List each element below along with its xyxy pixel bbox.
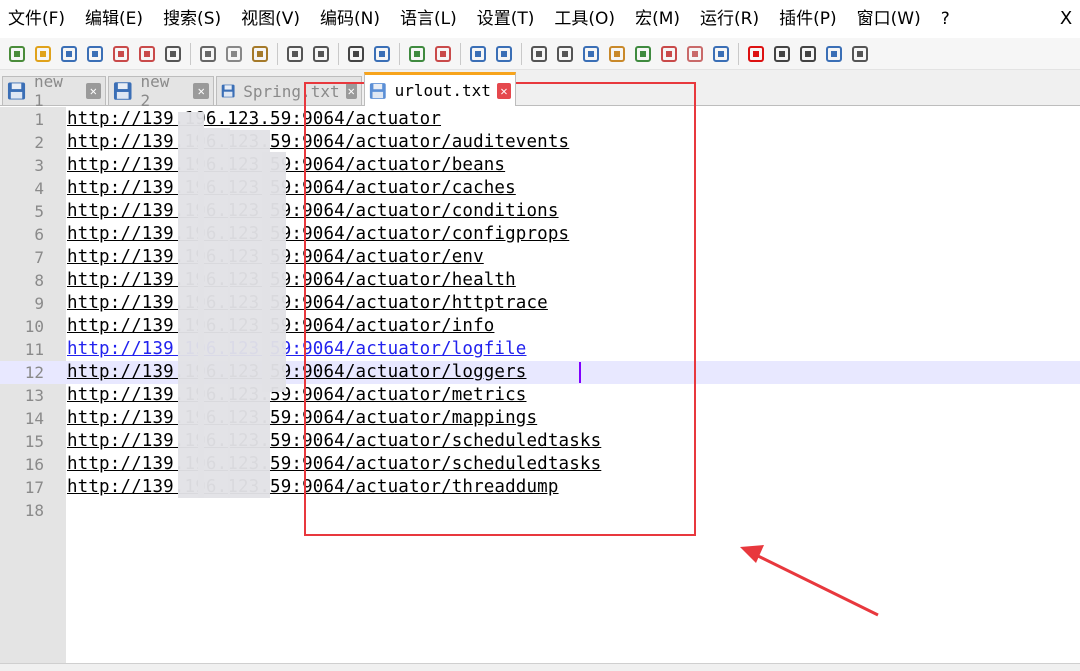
function-list-icon[interactable]: [658, 43, 680, 65]
open-file-icon[interactable]: [32, 43, 54, 65]
find-icon[interactable]: [345, 43, 367, 65]
play-macro-icon[interactable]: [797, 43, 819, 65]
line-number: 5: [34, 202, 44, 221]
tab-label: new 1: [34, 72, 63, 110]
floppy-disk-icon: [221, 84, 235, 98]
menu-item-1[interactable]: 编辑(E): [75, 4, 153, 34]
line-number: 7: [34, 248, 44, 267]
sync-vertical-icon[interactable]: [467, 43, 489, 65]
redaction-blur: [198, 128, 230, 498]
menu-item-0[interactable]: 文件(F): [0, 4, 75, 34]
close-tab-icon[interactable]: ✕: [496, 82, 511, 99]
show-all-chars-icon[interactable]: [554, 43, 576, 65]
floppy-disk-icon: [369, 82, 386, 99]
save-icon[interactable]: [58, 43, 80, 65]
toolbar-separator: [338, 42, 339, 65]
menu-item-9[interactable]: 运行(R): [690, 4, 769, 34]
line-number: 18: [24, 501, 44, 520]
line-number: 4: [34, 179, 44, 198]
tab-0[interactable]: new 1 ✕: [2, 72, 106, 110]
menu-item-2[interactable]: 搜索(S): [153, 4, 231, 34]
monitoring-icon[interactable]: [710, 43, 732, 65]
new-file-icon[interactable]: [6, 43, 28, 65]
line-number: 13: [24, 386, 44, 405]
print-icon[interactable]: [162, 43, 184, 65]
line-number: 2: [34, 133, 44, 152]
record-macro-icon[interactable]: [745, 43, 767, 65]
paste-icon[interactable]: [249, 43, 271, 65]
save-macro-icon[interactable]: [849, 43, 871, 65]
cut-icon[interactable]: [197, 43, 219, 65]
line-number: 8: [34, 271, 44, 290]
annotation-arrow-icon: [740, 545, 879, 617]
zoom-in-icon[interactable]: [406, 43, 428, 65]
line-number: 17: [24, 478, 44, 497]
lang-icon[interactable]: [606, 43, 628, 65]
word-wrap-icon[interactable]: [528, 43, 550, 65]
replace-icon[interactable]: [371, 43, 393, 65]
status-bar: [0, 663, 1080, 671]
close-tab-icon[interactable]: ✕: [193, 83, 209, 99]
close-icon[interactable]: [110, 43, 132, 65]
line-number: 14: [24, 409, 44, 428]
undo-icon[interactable]: [284, 43, 306, 65]
close-tab-icon[interactable]: ✕: [85, 83, 101, 99]
line-number: 11: [24, 340, 44, 359]
floppy-disk-icon: [7, 82, 26, 100]
toolbar-separator: [399, 42, 400, 65]
toolbar-separator: [277, 42, 278, 65]
line-number: 1: [34, 110, 44, 129]
menu-item-6[interactable]: 设置(T): [467, 4, 545, 34]
menu-item-5[interactable]: 语言(L): [390, 4, 467, 34]
line-number: 9: [34, 294, 44, 313]
copy-icon[interactable]: [223, 43, 245, 65]
floppy-disk-icon: [113, 82, 132, 100]
line-number: 16: [24, 455, 44, 474]
close-all-icon[interactable]: [136, 43, 158, 65]
line-number: 6: [34, 225, 44, 244]
toolbar-separator: [738, 42, 739, 65]
run-macro-multiple-icon[interactable]: [823, 43, 845, 65]
line-number: 10: [24, 317, 44, 336]
tab-3[interactable]: urlout.txt ✕: [364, 72, 516, 106]
menu-bar: 文件(F) 编辑(E) 搜索(S) 视图(V) 编码(N) 语言(L) 设置(T) 工具(O)…: [0, 0, 1080, 38]
stop-macro-icon[interactable]: [771, 43, 793, 65]
tab-1[interactable]: new 2 ✕: [108, 72, 214, 110]
doc-map-icon[interactable]: [632, 43, 654, 65]
toolbar-separator: [460, 42, 461, 65]
sync-horizontal-icon[interactable]: [493, 43, 515, 65]
menu-item-4[interactable]: 编码(N): [310, 4, 390, 34]
line-number: 15: [24, 432, 44, 451]
menu-item-7[interactable]: 工具(O): [544, 4, 625, 34]
tab-label: urlout.txt: [394, 81, 491, 100]
save-all-icon[interactable]: [84, 43, 106, 65]
toolbar-separator: [521, 42, 522, 65]
redaction-blur: [262, 152, 286, 392]
tab-label: new 2: [140, 72, 170, 110]
line-number: 12: [24, 363, 44, 382]
redo-icon[interactable]: [310, 43, 332, 65]
menu-item-8[interactable]: 宏(M): [625, 4, 690, 34]
menu-item-11[interactable]: 窗口(W): [847, 4, 931, 34]
menu-item-3[interactable]: 视图(V): [231, 4, 310, 34]
zoom-out-icon[interactable]: [432, 43, 454, 65]
toolbar: [0, 38, 1080, 70]
menu-item-12[interactable]: ?: [931, 4, 960, 34]
menu-item-10[interactable]: 插件(P): [769, 4, 847, 34]
indent-guide-icon[interactable]: [580, 43, 602, 65]
close-document-button[interactable]: X: [1054, 5, 1078, 33]
folder-as-workspace-icon[interactable]: [684, 43, 706, 65]
toolbar-separator: [190, 42, 191, 65]
line-number: 3: [34, 156, 44, 175]
annotation-highlight-box: [304, 82, 696, 536]
